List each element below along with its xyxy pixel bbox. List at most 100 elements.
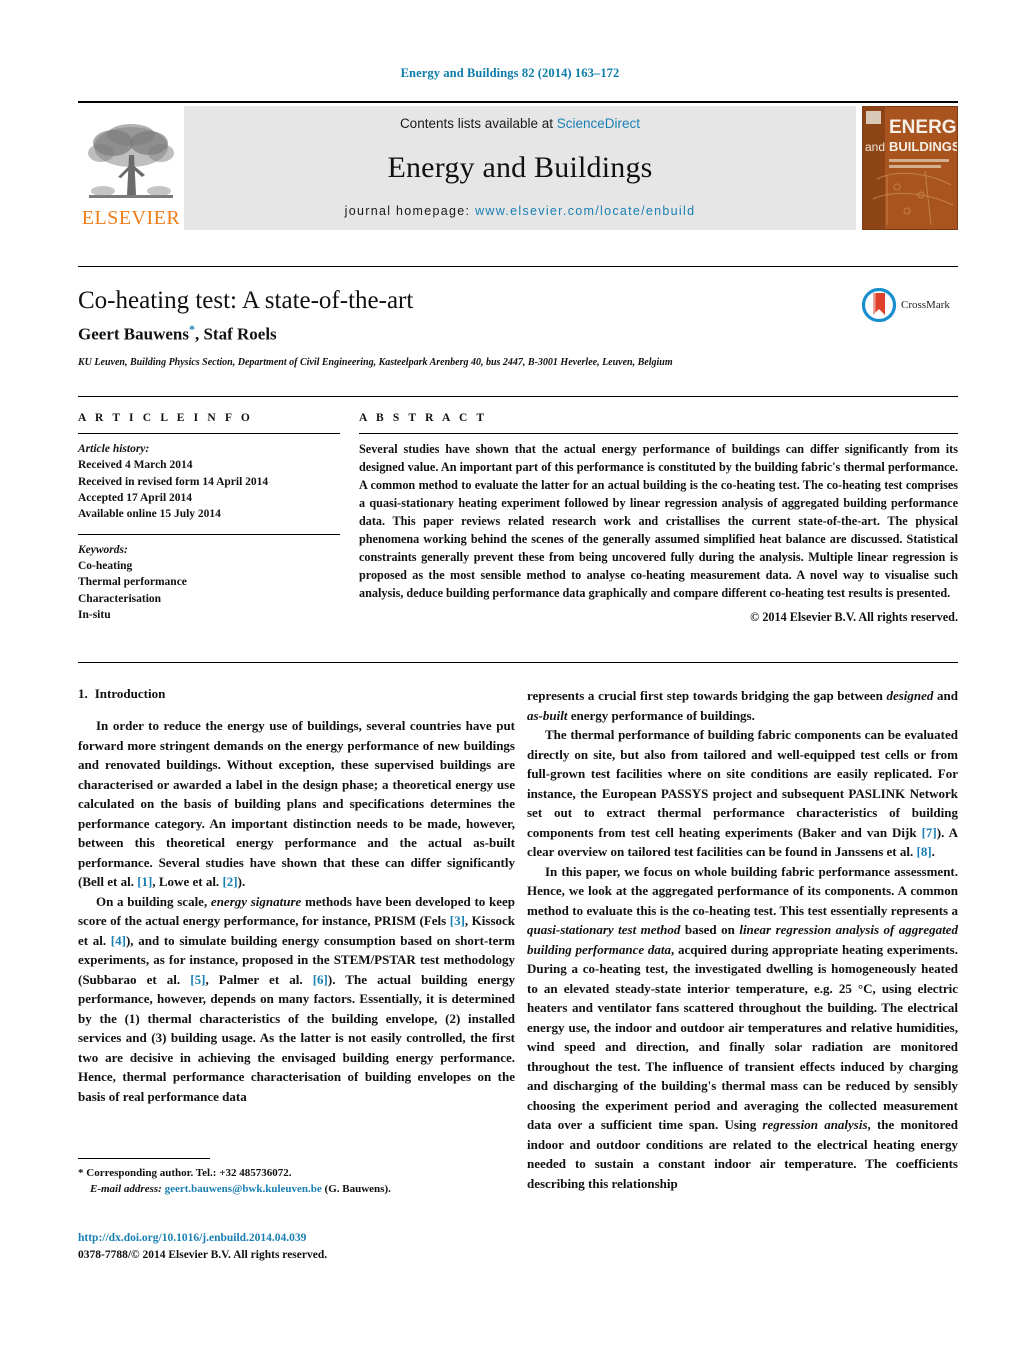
author-rest: , Staf Roels bbox=[194, 324, 277, 344]
body-paragraph: On a building scale, energy signature me… bbox=[78, 892, 515, 1107]
paragraph-text: In order to reduce the energy use of bui… bbox=[78, 718, 515, 889]
footnote-block: * Corresponding author. Tel.: +32 485736… bbox=[78, 1158, 515, 1198]
citation-link[interactable]: [7] bbox=[922, 825, 937, 840]
abstract-heading: A B S T R A C T bbox=[359, 412, 488, 424]
crossmark-label: CrossMark bbox=[901, 299, 950, 311]
email-link[interactable]: geert.bauwens@bwk.kuleuven.be bbox=[165, 1183, 322, 1195]
keywords-rule bbox=[78, 533, 340, 535]
doi-link[interactable]: http://dx.doi.org/10.1016/j.enbuild.2014… bbox=[78, 1230, 515, 1247]
email-label: E-mail address: bbox=[90, 1182, 162, 1195]
doi-block: http://dx.doi.org/10.1016/j.enbuild.2014… bbox=[78, 1230, 515, 1263]
email-note: E-mail address: geert.bauwens@bwk.kuleuv… bbox=[78, 1182, 515, 1198]
keyword-item: Co-heating bbox=[78, 559, 133, 572]
issn-copyright-line: 0378-7788/© 2014 Elsevier B.V. All right… bbox=[78, 1248, 328, 1261]
affiliation: KU Leuven, Building Physics Section, Dep… bbox=[78, 357, 673, 368]
cover-artwork-icon: ENERGY and BUILDINGS bbox=[863, 107, 957, 229]
keyword-item: Characterisation bbox=[78, 592, 162, 605]
footnote-divider bbox=[78, 1158, 210, 1159]
body-paragraph: In this paper, we focus on whole buildin… bbox=[527, 862, 958, 1194]
paragraph-text: , acquired during appropriate heating ex… bbox=[527, 941, 958, 1133]
journal-title: Energy and Buildings bbox=[387, 150, 653, 184]
title-divider bbox=[78, 266, 958, 267]
paragraph-text: energy performance of buildings. bbox=[567, 707, 755, 723]
paragraph-text: In this paper, we focus on whole buildin… bbox=[527, 863, 958, 918]
keywords-block: Keywords: Co-heating Thermal performance… bbox=[78, 542, 340, 624]
contents-prefix: Contents lists available at bbox=[399, 116, 557, 131]
section-title: Introduction bbox=[94, 686, 166, 701]
paragraph-text: The thermal performance of building fabr… bbox=[527, 727, 958, 840]
citation-link[interactable]: [2] bbox=[222, 874, 237, 889]
article-info-heading: A R T I C L E I N F O bbox=[78, 412, 253, 424]
journal-cover-thumbnail: ENERGY and BUILDINGS bbox=[862, 106, 958, 230]
body-divider bbox=[78, 662, 958, 663]
paragraph-text: ). bbox=[237, 874, 246, 889]
running-head: Energy and Buildings 82 (2014) 163–172 bbox=[400, 66, 620, 80]
journal-homepage-line: journal homepage: www.elsevier.com/locat… bbox=[345, 204, 696, 218]
citation-link[interactable]: [5] bbox=[190, 972, 205, 987]
paragraph-text: ). The actual building energy performanc… bbox=[78, 971, 515, 1104]
emphasis-text: as-built bbox=[527, 707, 568, 723]
keyword-item: Thermal performance bbox=[78, 576, 187, 589]
abstract-rule bbox=[359, 433, 958, 434]
right-paragraphs: represents a crucial first step towards … bbox=[527, 686, 958, 1193]
elsevier-tree-icon bbox=[88, 124, 174, 198]
paragraph-text: , Lowe et al. bbox=[152, 874, 223, 889]
author-list: Geert Bauwens*, Staf Roels bbox=[78, 322, 778, 345]
paragraph-text: based on bbox=[680, 922, 740, 937]
elsevier-logo: ELSEVIER bbox=[78, 106, 184, 230]
citation-link[interactable]: [4] bbox=[111, 933, 126, 948]
abstract-column: A B S T R A C T Several studies have sho… bbox=[359, 412, 958, 625]
journal-banner: Contents lists available at ScienceDirec… bbox=[184, 106, 856, 230]
body-paragraph: In order to reduce the energy use of bui… bbox=[78, 716, 515, 892]
crossmark-icon bbox=[862, 288, 896, 322]
svg-text:and: and bbox=[865, 140, 885, 154]
corresponding-author-note: * Corresponding author. Tel.: +32 485736… bbox=[78, 1166, 515, 1182]
keyword-item: In-situ bbox=[78, 608, 111, 621]
body-paragraph: The thermal performance of building fabr… bbox=[527, 725, 958, 862]
page-title: Co-heating test: A state-of-the-art bbox=[78, 287, 414, 314]
citation-link[interactable]: [6] bbox=[313, 972, 328, 987]
article-info-column: A R T I C L E I N F O Article history: R… bbox=[78, 412, 340, 623]
article-history-label: Article history: bbox=[78, 443, 150, 455]
body-paragraph: represents a crucial first step towards … bbox=[527, 686, 958, 725]
paragraph-text: . bbox=[931, 844, 935, 859]
abstract-copyright: © 2014 Elsevier B.V. All rights reserved… bbox=[750, 610, 958, 625]
elsevier-wordmark: ELSEVIER bbox=[81, 207, 181, 229]
section-heading-introduction: 1. Introduction bbox=[78, 686, 515, 702]
history-item: Accepted 17 April 2014 bbox=[78, 491, 193, 504]
crossmark-badge[interactable]: CrossMark bbox=[862, 288, 950, 322]
citation-link[interactable]: [8] bbox=[917, 844, 932, 859]
history-item: Received 4 March 2014 bbox=[78, 459, 193, 472]
paragraph-text: and bbox=[933, 688, 958, 703]
contents-list-line: Contents lists available at ScienceDirec… bbox=[400, 116, 640, 131]
article-info-rule bbox=[78, 433, 340, 434]
journal-masthead: ELSEVIER Contents lists available at Sci… bbox=[78, 101, 958, 230]
body-column-left: 1. Introduction In order to reduce the en… bbox=[78, 686, 515, 1106]
sciencedirect-link[interactable]: ScienceDirect bbox=[557, 116, 640, 131]
citation-link[interactable]: [1] bbox=[137, 874, 152, 889]
paragraph-text: , Palmer et al. bbox=[205, 971, 313, 987]
left-paragraphs: In order to reduce the energy use of bui… bbox=[78, 716, 515, 1106]
section-number: 1. bbox=[78, 686, 88, 701]
body-column-right: represents a crucial first step towards … bbox=[527, 686, 958, 1193]
paragraph-text: On a building scale, bbox=[96, 893, 211, 909]
info-divider bbox=[78, 396, 958, 397]
emphasis-text: regression analysis bbox=[762, 1117, 868, 1132]
emphasis-text: quasi-stationary test method bbox=[527, 922, 681, 937]
article-history-block: Article history: Received 4 March 2014 R… bbox=[78, 441, 340, 523]
paper-page: Energy and Buildings 82 (2014) 163–172 E… bbox=[0, 0, 1020, 1351]
abstract-text: Several studies have shown that the actu… bbox=[359, 442, 958, 600]
corresponding-author-text: Corresponding author. Tel.: +32 48573607… bbox=[86, 1167, 292, 1179]
history-item: Received in revised form 14 April 2014 bbox=[78, 475, 269, 488]
svg-text:ENERGY: ENERGY bbox=[889, 117, 957, 138]
footnote-marker: * bbox=[78, 1167, 84, 1179]
emphasis-text: energy signature bbox=[210, 893, 302, 909]
emphasis-text: designed bbox=[886, 688, 934, 703]
citation-link[interactable]: [3] bbox=[450, 913, 465, 928]
svg-text:BUILDINGS: BUILDINGS bbox=[889, 139, 957, 154]
keywords-label: Keywords: bbox=[78, 543, 128, 556]
author-first: Geert Bauwens bbox=[78, 324, 189, 344]
homepage-prefix: journal homepage: bbox=[344, 204, 476, 218]
journal-homepage-link[interactable]: www.elsevier.com/locate/enbuild bbox=[475, 204, 695, 218]
